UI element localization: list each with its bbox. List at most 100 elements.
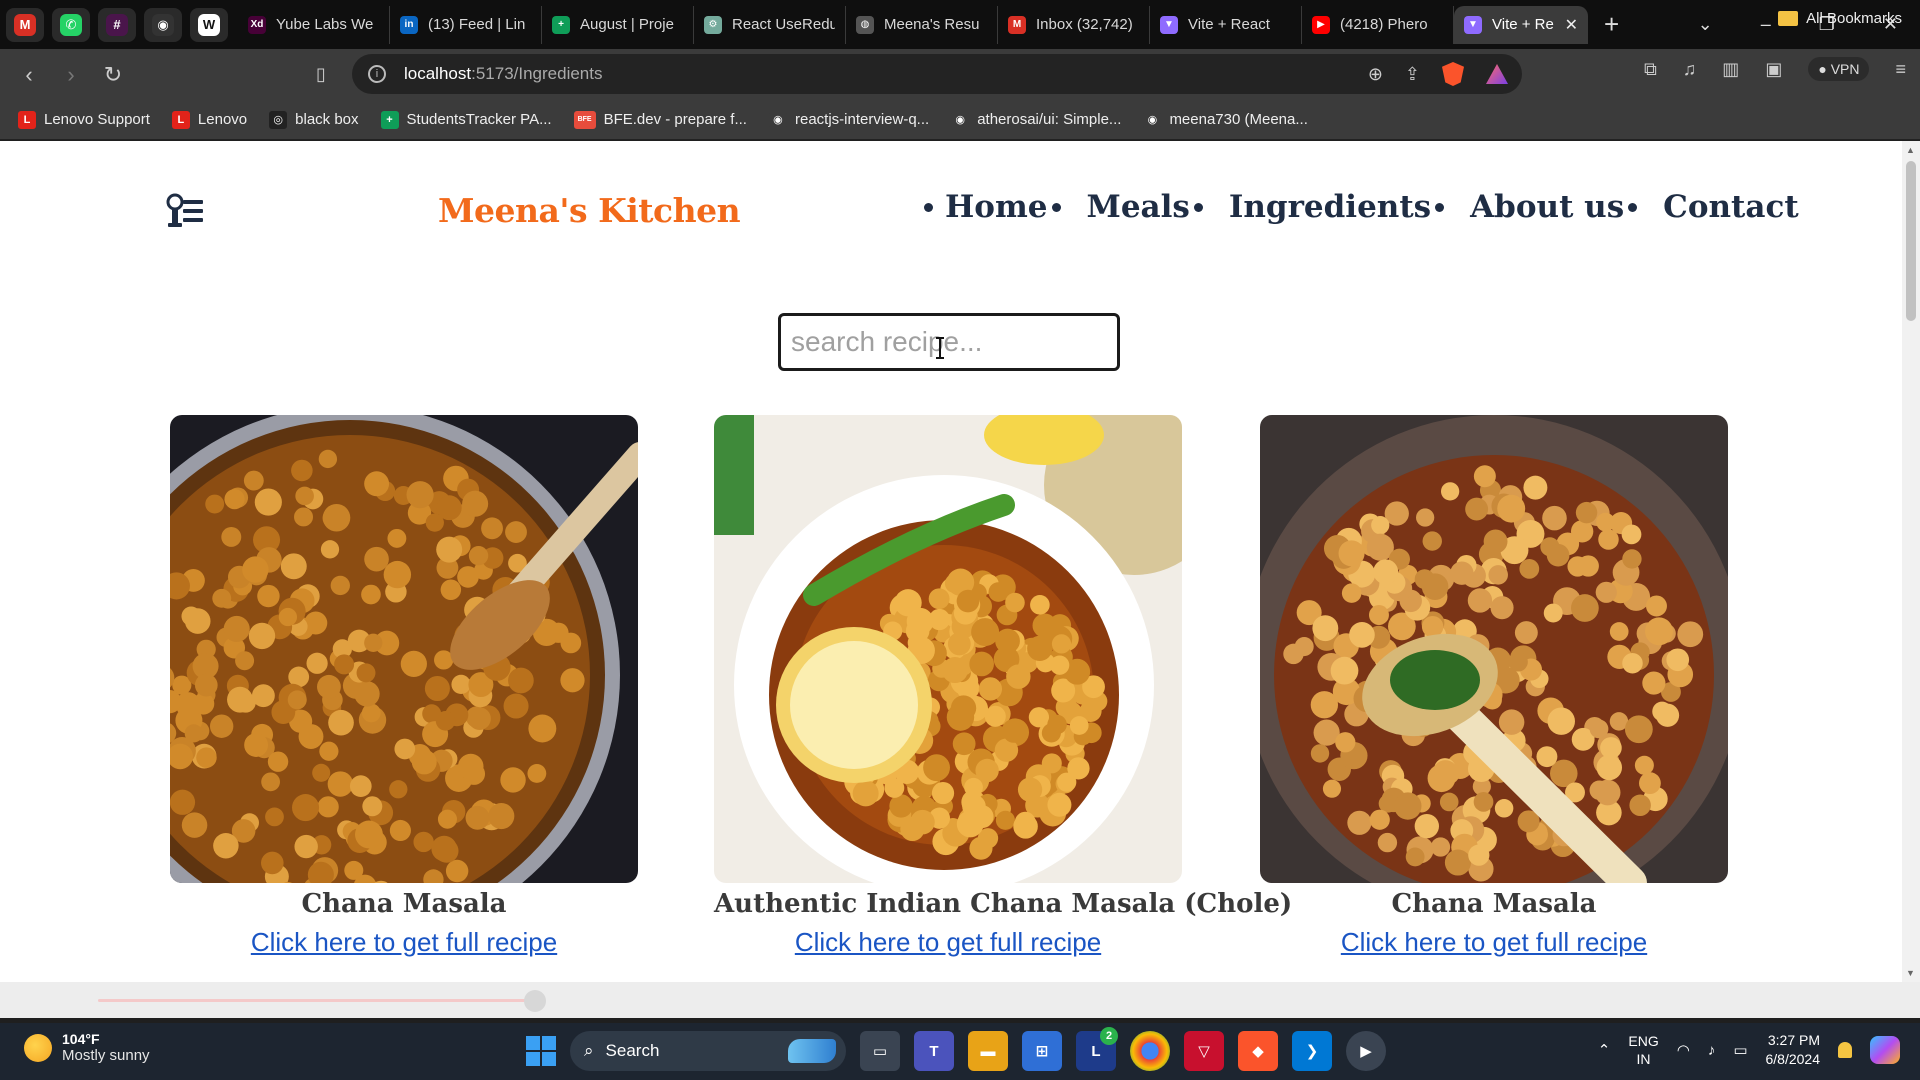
recipe-image[interactable] (714, 415, 1182, 883)
chickpea-shape (1646, 595, 1667, 617)
copilot-icon[interactable] (1870, 1036, 1900, 1064)
task-view-icon[interactable]: ▭ (860, 1031, 900, 1071)
browser-tab[interactable]: M Inbox (32,742) (998, 5, 1150, 44)
all-bookmarks-button[interactable]: All Bookmarks (1778, 10, 1902, 27)
tab-search-icon[interactable]: ⌄ (1698, 14, 1713, 35)
bookmark-item[interactable]: ◉ atherosai/ui: Simple... (951, 110, 1121, 129)
teams-icon[interactable]: T (914, 1031, 954, 1071)
browser-tab[interactable]: ◍ Meena's Resu (846, 5, 998, 44)
chickpea-shape (424, 675, 450, 702)
media-icon[interactable]: ♫ (1683, 59, 1697, 80)
extensions-icon[interactable]: ⧉ (1644, 59, 1657, 80)
store-icon[interactable]: ⊞ (1022, 1031, 1062, 1071)
active-browser-tab[interactable]: ▼ Vite + Re ✕ (1454, 5, 1588, 44)
recipe-image[interactable] (170, 415, 638, 883)
recipe-link[interactable]: Click here to get full recipe (251, 927, 557, 958)
forward-icon[interactable]: › (50, 62, 92, 88)
new-tab-button[interactable]: + (1604, 9, 1619, 40)
language-indicator[interactable]: ENG IN (1628, 1032, 1658, 1068)
recipe-search-input[interactable] (791, 326, 1117, 358)
chickpea-shape (260, 851, 284, 875)
vertical-scrollbar[interactable]: ▲ ▼ (1902, 141, 1920, 982)
chickpea-shape (995, 810, 1015, 830)
nav-item-about-us[interactable]: About us (1470, 189, 1624, 225)
bookmark-item[interactable]: ◉ reactjs-interview-q... (768, 110, 929, 129)
wallet-icon[interactable]: ▣ (1765, 59, 1782, 80)
chickpea-shape (1369, 809, 1390, 830)
chickpea-shape (1488, 565, 1508, 585)
taskbar-search[interactable]: ⌕ Search (570, 1031, 846, 1071)
chickpea-shape (223, 615, 250, 642)
weather-widget[interactable]: 104°F Mostly sunny (24, 1031, 150, 1064)
site-brand[interactable]: Meena's Kitchen (438, 191, 741, 230)
media-player-icon[interactable]: ▶ (1346, 1031, 1386, 1071)
share-icon[interactable]: ⇪ (1405, 64, 1420, 85)
back-icon[interactable]: ‹ (8, 62, 50, 88)
recipe-link[interactable]: Click here to get full recipe (1341, 927, 1647, 958)
browser-tab[interactable]: Xd Yube Labs We (238, 5, 390, 44)
battery-icon[interactable]: ▭ (1733, 1041, 1747, 1059)
wifi-icon[interactable]: ◠ (1677, 1041, 1690, 1059)
bookmark-item[interactable]: ◎ black box (269, 110, 359, 129)
progress-track[interactable] (98, 999, 536, 1002)
notification-bell-icon[interactable] (1838, 1042, 1852, 1058)
start-icon[interactable] (526, 1036, 556, 1066)
chickpea-shape (1416, 508, 1435, 527)
bookmark-item[interactable]: ◉ meena730 (Meena... (1143, 110, 1308, 129)
browser-tab[interactable]: ▼ Vite + React (1150, 5, 1302, 44)
github-icon: ◉ (768, 110, 787, 129)
sidebar-icon[interactable]: ▥ (1722, 59, 1739, 80)
nav-item-meals[interactable]: Meals (1087, 189, 1190, 225)
menu-icon[interactable]: ≡ (1895, 59, 1906, 80)
mcafee-icon[interactable]: ▽ (1184, 1031, 1224, 1071)
chickpea-shape (242, 556, 269, 583)
vscode-icon[interactable]: ❯ (1292, 1031, 1332, 1071)
recipe-link[interactable]: Click here to get full recipe (795, 927, 1101, 958)
pinned-tab[interactable]: ✆ (52, 7, 90, 42)
bookmark-icon[interactable]: ▯ (300, 64, 342, 85)
all-bookmarks-label: All Bookmarks (1806, 10, 1902, 27)
recipe-image[interactable] (1260, 415, 1728, 883)
pinned-tab[interactable]: W (190, 7, 228, 42)
bookmark-item[interactable]: L Lenovo (171, 110, 247, 129)
show-hidden-icons[interactable]: ⌃ (1598, 1041, 1611, 1059)
nav-item-home[interactable]: Home (945, 189, 1048, 225)
browser-tab[interactable]: in (13) Feed | Lin (390, 5, 542, 44)
bookmark-item[interactable]: + StudentsTracker PA... (380, 110, 552, 129)
pinned-tab[interactable]: M (6, 7, 44, 42)
progress-knob[interactable] (524, 990, 546, 1012)
pinned-tab[interactable]: # (98, 7, 136, 42)
chickpea-shape (411, 749, 437, 775)
chrome-icon[interactable] (1130, 1031, 1170, 1071)
brave-rewards-icon[interactable] (1486, 64, 1508, 84)
address-bar[interactable]: i localhost:5173/Ingredients ⊕ ⇪ (352, 54, 1522, 94)
clock[interactable]: 3:27 PM 6/8/2024 (1766, 1031, 1821, 1069)
browser-tab[interactable]: + August | Proje (542, 5, 694, 44)
brave-icon[interactable]: ◆ (1238, 1031, 1278, 1071)
nav-item-ingredients[interactable]: Ingredients (1229, 189, 1431, 225)
media-progress-bar[interactable] (0, 982, 1920, 1018)
close-tab-icon[interactable]: ✕ (1565, 15, 1578, 35)
site-logo-icon[interactable] (166, 193, 204, 229)
browser-tab[interactable]: ⚙ React UseRedu (694, 5, 846, 44)
gmail-icon: M (1008, 15, 1026, 34)
pinned-tab[interactable]: ◉ (144, 7, 182, 42)
browser-tab[interactable]: ▶ (4218) Phero (1302, 5, 1454, 44)
chickpea-shape (1600, 737, 1622, 759)
bookmark-item[interactable]: L Lenovo Support (18, 110, 150, 129)
scroll-up-icon[interactable]: ▲ (1906, 145, 1915, 155)
recipe-search[interactable] (778, 313, 1120, 371)
volume-icon[interactable]: ♪ (1708, 1042, 1716, 1059)
site-info-icon[interactable]: i (368, 65, 386, 83)
vpn-button[interactable]: ● VPN (1808, 57, 1870, 81)
zoom-icon[interactable]: ⊕ (1368, 64, 1383, 85)
file-explorer-icon[interactable]: ▬ (968, 1031, 1008, 1071)
nav-item-contact[interactable]: Contact (1663, 189, 1799, 225)
scroll-thumb[interactable] (1906, 161, 1916, 321)
brave-shields-icon[interactable] (1442, 62, 1464, 86)
scroll-down-icon[interactable]: ▼ (1906, 968, 1915, 978)
minimize-button[interactable]: – (1761, 14, 1771, 35)
reload-icon[interactable]: ↻ (92, 62, 134, 88)
bookmark-item[interactable]: BFE BFE.dev - prepare f... (573, 110, 747, 129)
lenovo-vantage-icon[interactable]: L2 (1076, 1027, 1118, 1071)
